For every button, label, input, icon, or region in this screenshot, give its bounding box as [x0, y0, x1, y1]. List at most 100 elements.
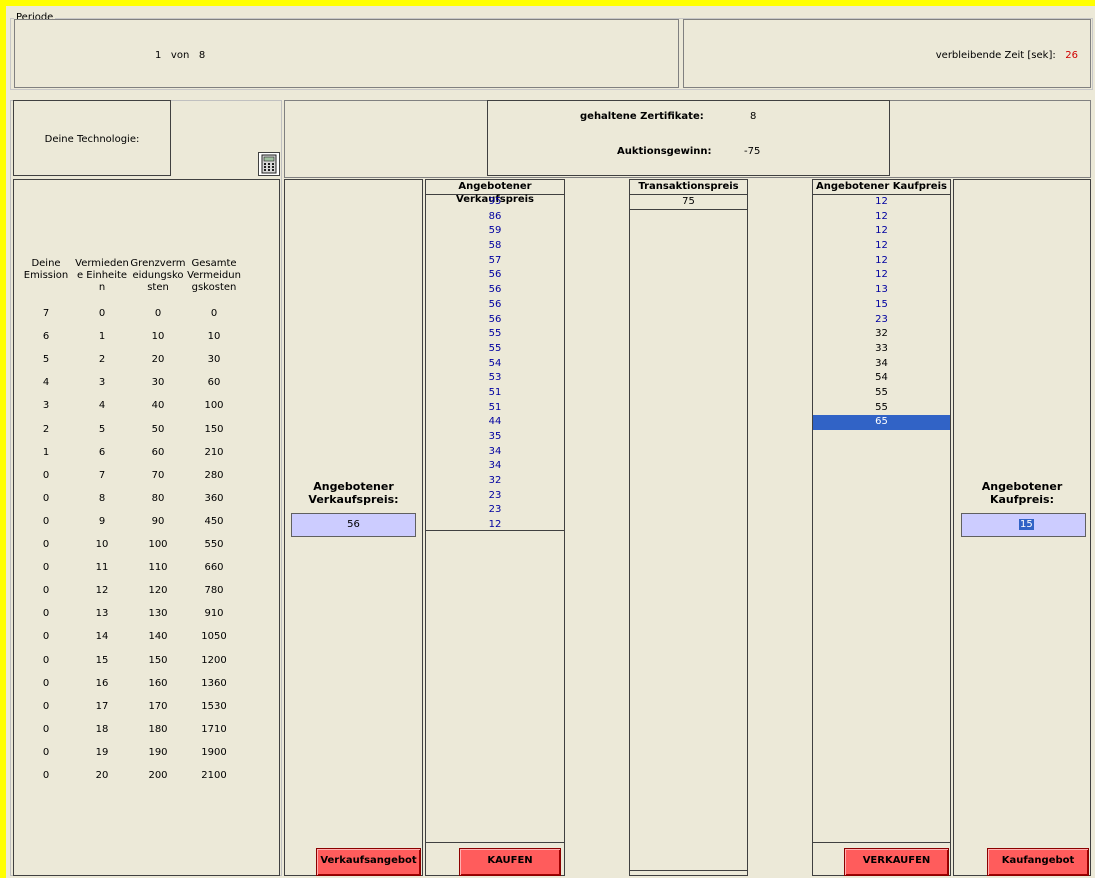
sell-list-item[interactable]: 55 [426, 327, 564, 342]
cost-table-cell: 0 [42, 677, 50, 689]
cost-table-cell: 70 [151, 469, 165, 481]
sell-list-item[interactable]: 59 [426, 224, 564, 239]
buy-list-panel: Angebotener Kaufpreis 12 12 12 12 12 12 13 15 23… [812, 179, 951, 876]
cost-table-cell: 17 [95, 700, 109, 712]
buy-list-item[interactable]: 12 [813, 254, 950, 269]
buy-list-item[interactable]: 55 [813, 386, 950, 401]
sell-list-item[interactable]: 23 [426, 503, 564, 518]
cost-table-cell: 200 [148, 770, 168, 781]
sell-list-item[interactable]: 34 [426, 445, 564, 460]
cost-table-cell: 0 [210, 308, 218, 319]
sell-list-item[interactable]: 58 [426, 239, 564, 254]
transaction-list[interactable]: 75 [630, 195, 747, 210]
cost-table-cell: 150 [148, 654, 168, 666]
buy-list-item[interactable]: 15 [813, 298, 950, 313]
verkaufen-button[interactable]: VERKAUFEN [844, 848, 949, 876]
sell-list-item[interactable]: 55 [426, 342, 564, 357]
cost-table-cell: 18 [95, 723, 109, 735]
buy-list-item[interactable]: 12 [813, 195, 950, 210]
cost-table-cell: 100 [148, 539, 168, 550]
zertifikate-value: 8 [750, 111, 757, 122]
timer-label: verbleibende Zeit [sek]: [935, 50, 1056, 61]
cost-table-cell: 14 [95, 631, 109, 643]
calculator-icon[interactable] [258, 152, 280, 176]
sell-list-item[interactable]: 57 [426, 254, 564, 269]
buy-list-item[interactable]: 12 [813, 268, 950, 283]
sell-list-item[interactable]: 56 [426, 298, 564, 313]
buy-list-item[interactable]: 65 [813, 415, 950, 430]
cost-table-header: Deine Emission [23, 258, 69, 281]
sell-list-item[interactable]: 53 [426, 371, 564, 386]
transaction-list-item[interactable]: 75 [630, 195, 747, 210]
buy-list-item[interactable]: 34 [813, 357, 950, 372]
periode-current: 1 [155, 50, 162, 61]
cost-table-cell: 16 [95, 677, 109, 689]
sell-offer-label-line2: Verkaufspreis: [308, 493, 399, 506]
buy-list-item[interactable]: 13 [813, 283, 950, 298]
sell-list-item[interactable]: 44 [426, 415, 564, 430]
buy-price-value: 15 [1019, 519, 1034, 530]
cost-table-cell: 1360 [201, 677, 227, 689]
cost-table-cell: 19 [95, 746, 109, 758]
cost-table-cell: 360 [204, 492, 224, 504]
transaction-list-footer-divider [630, 870, 747, 871]
buy-price-input[interactable]: 15 [961, 513, 1086, 537]
sell-list-item[interactable]: 35 [426, 430, 564, 445]
sell-list-item[interactable]: 23 [426, 489, 564, 504]
sell-list-item[interactable]: 95 [426, 195, 564, 210]
sell-offer-label-line1: Angebotener [313, 480, 394, 493]
sell-offer-label: Angebotener Verkaufspreis: [285, 480, 422, 506]
cost-table-header: Vermieden e Einheite n [75, 258, 129, 293]
kaufangebot-button[interactable]: Kaufangebot [987, 848, 1089, 876]
buy-list-item[interactable]: 55 [813, 401, 950, 416]
cost-table-cell: 910 [204, 608, 224, 620]
kaufen-button[interactable]: KAUFEN [459, 848, 561, 876]
buy-list-item[interactable]: 12 [813, 210, 950, 225]
cost-table-cell: 120 [148, 585, 168, 597]
sell-list-item[interactable]: 32 [426, 474, 564, 489]
periode-panel: 1 von 8 [14, 19, 679, 88]
left-accent-bar [0, 0, 6, 878]
cost-table-cell: 180 [148, 723, 168, 735]
buy-list-item[interactable]: 33 [813, 342, 950, 357]
cost-table-cell: 10 [95, 539, 109, 550]
sell-list-item[interactable]: 56 [426, 268, 564, 283]
cost-table-cell: 210 [204, 446, 224, 458]
sell-list-item[interactable]: 34 [426, 459, 564, 474]
cost-table-cell: 13 [95, 608, 109, 620]
buy-list-item[interactable]: 32 [813, 327, 950, 342]
sell-list-item[interactable]: 51 [426, 401, 564, 416]
cost-table-cell: 15 [95, 654, 109, 666]
cost-table-cell: 4 [98, 400, 106, 412]
cost-table-cell: 550 [204, 539, 224, 550]
verkaufsangebot-button[interactable]: Verkaufsangebot [316, 848, 421, 876]
sell-list-item[interactable]: 56 [426, 283, 564, 298]
cost-table-cell: 50 [151, 423, 165, 435]
buy-list-item[interactable]: 12 [813, 224, 950, 239]
gewinn-value: -75 [744, 146, 761, 157]
cost-table-cell: 100 [204, 400, 224, 412]
cost-table-cell: 0 [42, 770, 50, 781]
cost-table-cell: 3 [98, 377, 106, 389]
cost-table-cell: 170 [148, 700, 168, 712]
sell-list-item[interactable]: 86 [426, 210, 564, 225]
cost-table-cell: 0 [42, 469, 50, 481]
sell-list-item[interactable]: 54 [426, 357, 564, 372]
buy-list-item[interactable]: 54 [813, 371, 950, 386]
buy-list-item[interactable]: 12 [813, 239, 950, 254]
cost-table-cell: 12 [95, 585, 109, 597]
sell-list-item[interactable]: 12 [426, 518, 564, 533]
cost-table-cell: 0 [42, 723, 50, 735]
buy-list-item[interactable]: 23 [813, 313, 950, 328]
cost-table-cell: 8 [98, 492, 106, 504]
cost-table-cell: 0 [42, 515, 50, 527]
sell-list-item[interactable]: 56 [426, 313, 564, 328]
cost-table-cell: 20 [151, 354, 165, 366]
sell-price-input[interactable]: 56 [291, 513, 416, 537]
buy-list[interactable]: 12 12 12 12 12 12 13 15 23 32 33 34 54 55 55 65 [813, 195, 950, 431]
summary-panel: gehaltene Zertifikate: 8 Auktionsgewinn:… [487, 100, 890, 176]
sell-list[interactable]: 95 86 59 58 57 56 56 56 56 55 55 54 53 51 51 44 35 34 34 32… [426, 195, 564, 531]
sell-list-item[interactable]: 51 [426, 386, 564, 401]
cost-table-cell: 6 [98, 446, 106, 458]
cost-table-cell: 7 [42, 308, 50, 319]
